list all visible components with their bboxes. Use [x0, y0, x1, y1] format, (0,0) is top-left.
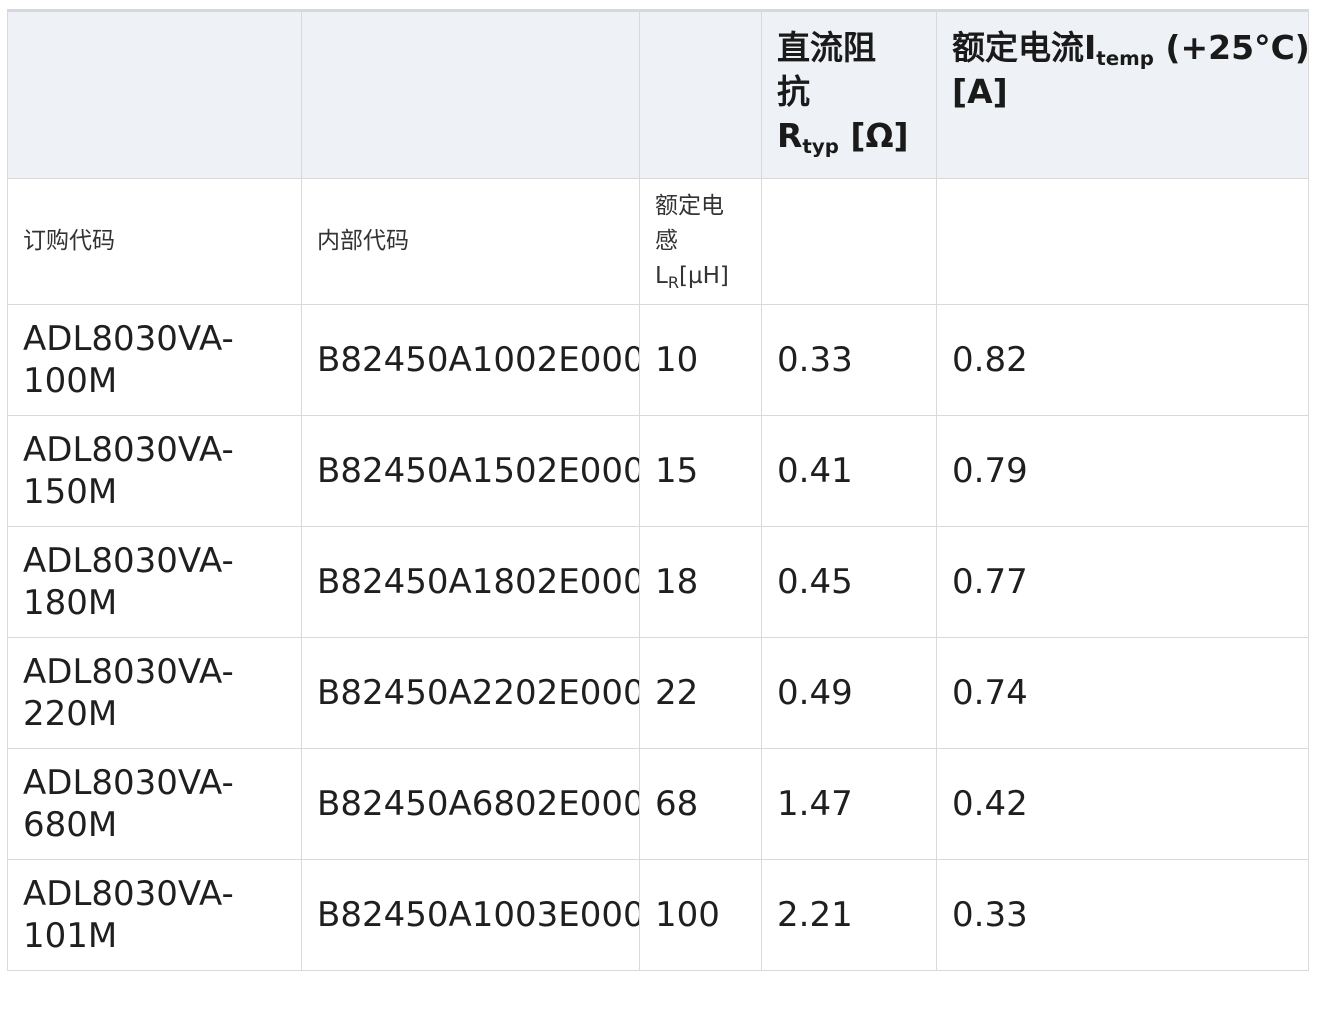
header-dc-resistance: 直流阻 抗 Rtyp [Ω] [761, 9, 937, 179]
cell-order-code: ADL8030VA- 101M [7, 859, 302, 971]
subheader-empty-4 [761, 178, 937, 305]
order-code-part1: ADL8030VA- [23, 541, 234, 581]
table-row: ADL8030VA- 180M B82450A1802E000 18 0.45 0… [7, 526, 1309, 638]
subheader-order-code: 订购代码 [7, 178, 302, 305]
cell-current: 0.82 [936, 304, 1309, 416]
table-subheader-row: 订购代码 内部代码 额定电 感 LR[µH] [7, 178, 1309, 305]
cell-internal-code: B82450A1802E000 [301, 526, 640, 638]
order-code-part2: 180M [23, 583, 118, 623]
cell-current: 0.33 [936, 859, 1309, 971]
cell-internal-code: B82450A6802E000 [301, 748, 640, 860]
table-row: ADL8030VA- 220M B82450A2202E000 22 0.49 0… [7, 637, 1309, 749]
order-code-part1: ADL8030VA- [23, 430, 234, 470]
cell-order-code: ADL8030VA- 680M [7, 748, 302, 860]
cell-resistance: 2.21 [761, 859, 937, 971]
subheader-internal-code: 内部代码 [301, 178, 640, 305]
table-row: ADL8030VA- 680M B82450A6802E000 68 1.47 0… [7, 748, 1309, 860]
subheader-inductance-line1: 额定电 [655, 193, 724, 219]
table-row: ADL8030VA- 150M B82450A1502E000 15 0.41 0… [7, 415, 1309, 527]
order-code-part2: 150M [23, 472, 118, 512]
cell-internal-code: B82450A1003E000 [301, 859, 640, 971]
table-header-row: 直流阻 抗 Rtyp [Ω] 额定电流Itemp (+25°C) [A] [7, 9, 1309, 179]
order-code-part1: ADL8030VA- [23, 319, 234, 359]
subheader-inductance-unit: [µH] [679, 263, 729, 289]
cell-current: 0.79 [936, 415, 1309, 527]
cell-resistance: 0.45 [761, 526, 937, 638]
cell-inductance: 22 [639, 637, 762, 749]
header-rated-current-suffix: (+25°C) [1153, 28, 1309, 67]
header-rated-current-subscript: temp [1096, 46, 1154, 70]
cell-order-code: ADL8030VA- 220M [7, 637, 302, 749]
cell-inductance: 68 [639, 748, 762, 860]
subheader-empty-5 [936, 178, 1309, 305]
order-code-part2: 101M [23, 916, 118, 956]
cell-order-code: ADL8030VA- 180M [7, 526, 302, 638]
header-cell-empty-2 [301, 9, 640, 179]
table-row: ADL8030VA- 100M B82450A1002E000 10 0.33 0… [7, 304, 1309, 416]
header-rated-current-line1: 额定电流Itemp (+25°C) [952, 28, 1309, 70]
order-code-part2: 680M [23, 805, 118, 845]
cell-internal-code: B82450A2202E000 [301, 637, 640, 749]
header-dc-resistance-symbol: R [777, 116, 803, 155]
cell-inductance: 10 [639, 304, 762, 416]
order-code-part1: ADL8030VA- [23, 763, 234, 803]
header-dc-resistance-line1: 直流阻 [777, 28, 876, 67]
header-rated-current: 额定电流Itemp (+25°C) [A] [936, 9, 1309, 179]
header-dc-resistance-unit: [Ω] [838, 116, 909, 155]
cell-resistance: 0.49 [761, 637, 937, 749]
cell-resistance: 0.33 [761, 304, 937, 416]
cell-current: 0.42 [936, 748, 1309, 860]
cell-inductance: 15 [639, 415, 762, 527]
cell-internal-code: B82450A1502E000 [301, 415, 640, 527]
cell-order-code: ADL8030VA- 100M [7, 304, 302, 416]
header-cell-empty-3 [639, 9, 762, 179]
header-rated-current-prefix: 额定电流I [952, 28, 1097, 67]
order-code-part1: ADL8030VA- [23, 874, 234, 914]
order-code-part1: ADL8030VA- [23, 652, 234, 692]
subheader-inductance-unit-line: LR[µH] [655, 263, 729, 292]
cell-current: 0.77 [936, 526, 1309, 638]
cell-current: 0.74 [936, 637, 1309, 749]
subheader-rated-inductance: 额定电 感 LR[µH] [639, 178, 762, 305]
subheader-inductance-symbol: L [655, 263, 668, 289]
cell-internal-code: B82450A1002E000 [301, 304, 640, 416]
subheader-inductance-subscript: R [667, 272, 680, 292]
cell-resistance: 1.47 [761, 748, 937, 860]
inductor-spec-table: 直流阻 抗 Rtyp [Ω] 额定电流Itemp (+25°C) [A] 订购代… [7, 9, 1309, 971]
cell-resistance: 0.41 [761, 415, 937, 527]
subheader-inductance-line2: 感 [655, 228, 678, 254]
order-code-part2: 100M [23, 361, 118, 401]
header-cell-empty-1 [7, 9, 302, 179]
header-rated-current-unit: [A] [952, 72, 1008, 111]
header-dc-resistance-subscript: typ [802, 134, 839, 158]
order-code-part2: 220M [23, 694, 118, 734]
header-dc-resistance-line2: 抗 [777, 72, 810, 111]
cell-order-code: ADL8030VA- 150M [7, 415, 302, 527]
table-row: ADL8030VA- 101M B82450A1003E000 100 2.21 … [7, 859, 1309, 971]
cell-inductance: 18 [639, 526, 762, 638]
header-dc-resistance-unit-line: Rtyp [Ω] [777, 116, 909, 158]
cell-inductance: 100 [639, 859, 762, 971]
